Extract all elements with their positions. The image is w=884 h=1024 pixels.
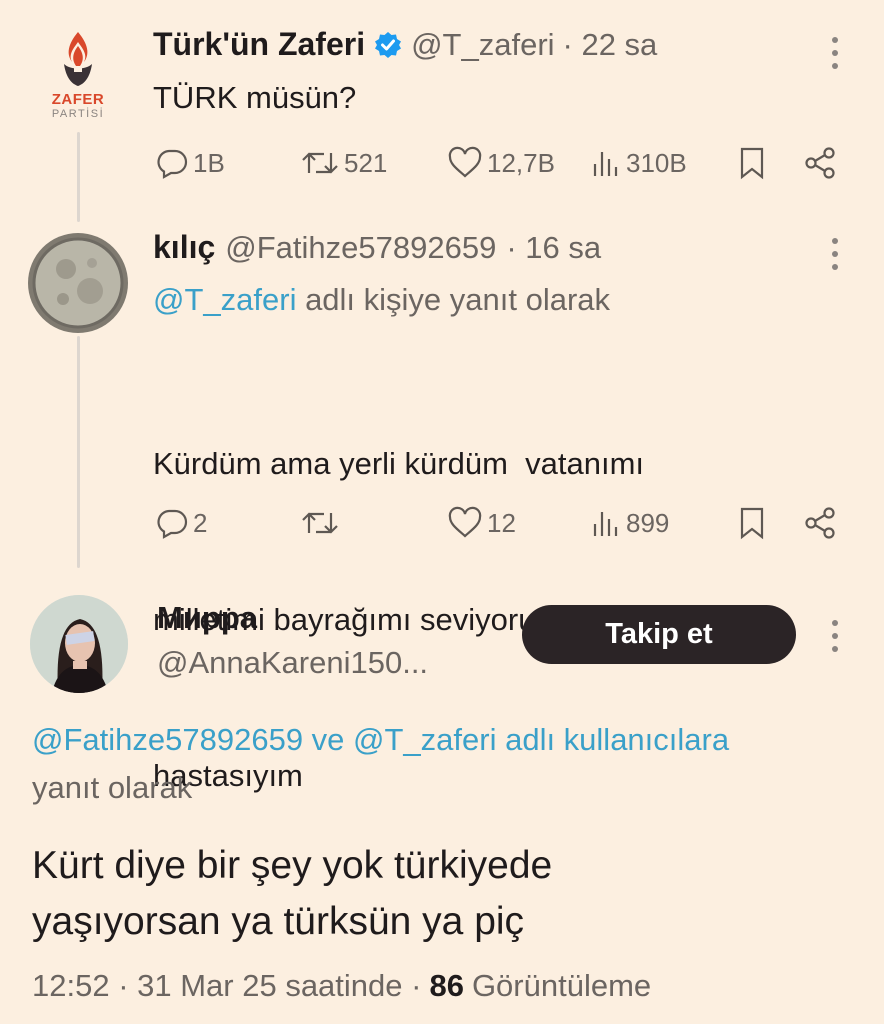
tweet1-header: Türk'ün Zaferi @T_zaferi · 22 sa bbox=[153, 26, 657, 63]
tweet1-views-count: 310B bbox=[626, 147, 687, 178]
tweet2-views-count: 899 bbox=[626, 507, 670, 538]
main-tweet-meta: 12:52 · 31 Mar 25 saatinde · 86 Görüntül… bbox=[32, 968, 651, 1004]
bookmark-icon bbox=[740, 507, 764, 540]
moon-avatar-icon bbox=[32, 237, 124, 329]
tweet1-author-name[interactable]: Türk'ün Zaferi bbox=[153, 26, 365, 63]
like-icon bbox=[448, 506, 482, 538]
tweet1-bookmark-button[interactable] bbox=[738, 146, 766, 180]
main-author-handle[interactable]: @AnnaKareni150... bbox=[157, 645, 428, 681]
reply-icon bbox=[157, 149, 188, 179]
tweet2-retweet-button[interactable] bbox=[300, 506, 344, 540]
tweet2-like-button[interactable]: 12 bbox=[447, 506, 516, 540]
logo-text-top: ZAFER bbox=[51, 91, 105, 108]
tweet2-author-name[interactable]: kılıç bbox=[153, 229, 215, 266]
main-more-icon[interactable] bbox=[831, 620, 839, 652]
share-icon bbox=[805, 147, 835, 179]
tweet2-share-button[interactable] bbox=[803, 506, 837, 540]
thread-line-2 bbox=[77, 336, 80, 568]
tweet2-time: · 16 sa bbox=[506, 229, 602, 265]
tweet1-reply-button[interactable]: 1B bbox=[155, 146, 225, 180]
main-tweet-text: Kürt diye bir şey yok türkiyede yaşıyors… bbox=[32, 838, 552, 950]
share-icon bbox=[805, 507, 835, 539]
tweet1-text: TÜRK müsün? bbox=[153, 80, 357, 115]
tweet2-bookmark-button[interactable] bbox=[738, 506, 766, 540]
main-author-name[interactable]: Мирра bbox=[157, 600, 257, 636]
avatar-zafer[interactable]: ZAFER PARTİSİ bbox=[38, 28, 118, 123]
tweet1-views-button[interactable]: 310B bbox=[590, 146, 687, 180]
retweet-icon bbox=[302, 512, 338, 534]
tweet2-text: Kürdüm ama yerli kürdüm vatanımı milleti… bbox=[153, 334, 665, 854]
tweet1-more-icon[interactable] bbox=[831, 37, 839, 69]
tweet1-retweet-button[interactable]: 521 bbox=[300, 146, 387, 180]
avatar-kilic[interactable] bbox=[28, 233, 128, 333]
bookmark-icon bbox=[740, 147, 764, 180]
tweet1-like-button[interactable]: 12,7B bbox=[447, 146, 555, 180]
main-reply-to-links[interactable]: @Fatihze57892659 ve @T_zaferi adlı kulla… bbox=[32, 722, 729, 758]
tweet2-reply-to-suffix: adlı kişiye yanıt olarak bbox=[296, 282, 611, 317]
tweet2-reply-to-link[interactable]: @T_zaferi bbox=[153, 282, 296, 317]
zafer-logo-icon bbox=[64, 32, 92, 86]
tweet1-handle[interactable]: @T_zaferi bbox=[411, 27, 554, 63]
person-avatar-icon bbox=[30, 595, 128, 693]
tweet1-reply-count: 1B bbox=[193, 147, 225, 178]
tweet2-reply-button[interactable]: 2 bbox=[155, 506, 207, 540]
like-icon bbox=[448, 146, 482, 178]
main-reply-to-suffix: yanıt olarak bbox=[32, 770, 193, 805]
tweet2-header: kılıç @Fatihze57892659 · 16 sa bbox=[153, 229, 601, 266]
tweet2-reply-count: 2 bbox=[193, 507, 208, 538]
views-icon bbox=[593, 512, 618, 536]
main-text-line2: yaşıyorsan ya türksün ya piç bbox=[32, 900, 525, 943]
verified-badge-icon bbox=[375, 31, 402, 58]
retweet-icon bbox=[302, 152, 338, 174]
tweet1-like-count: 12,7B bbox=[487, 147, 555, 178]
tweet2-text-line1: Kürdüm ama yerli kürdüm vatanımı bbox=[153, 446, 645, 481]
views-icon bbox=[593, 152, 618, 176]
main-views-count: 86 bbox=[429, 968, 464, 1003]
thread-line-1 bbox=[77, 132, 80, 222]
tweet1-time: · 22 sa bbox=[562, 26, 658, 62]
tweet2-more-icon[interactable] bbox=[831, 238, 839, 270]
main-text-line1: Kürt diye bir şey yok türkiyede bbox=[32, 844, 553, 887]
tweet2-reply-context: @T_zaferi adlı kişiye yanıt olarak bbox=[153, 282, 610, 318]
logo-text-bottom: PARTİSİ bbox=[51, 108, 105, 120]
follow-button[interactable]: Takip et bbox=[522, 605, 796, 664]
tweet2-like-count: 12 bbox=[487, 507, 516, 538]
tweet2-handle[interactable]: @Fatihze57892659 bbox=[225, 230, 496, 266]
reply-icon bbox=[157, 509, 188, 539]
tweet1-retweet-count: 521 bbox=[344, 147, 388, 178]
tweet1-share-button[interactable] bbox=[803, 146, 837, 180]
main-views-label: Görüntüleme bbox=[471, 968, 652, 1003]
avatar-mirra[interactable] bbox=[30, 595, 128, 693]
tweet2-views-button[interactable]: 899 bbox=[590, 506, 669, 540]
main-timestamp[interactable]: 12:52 · 31 Mar 25 saatinde · bbox=[32, 968, 421, 1004]
